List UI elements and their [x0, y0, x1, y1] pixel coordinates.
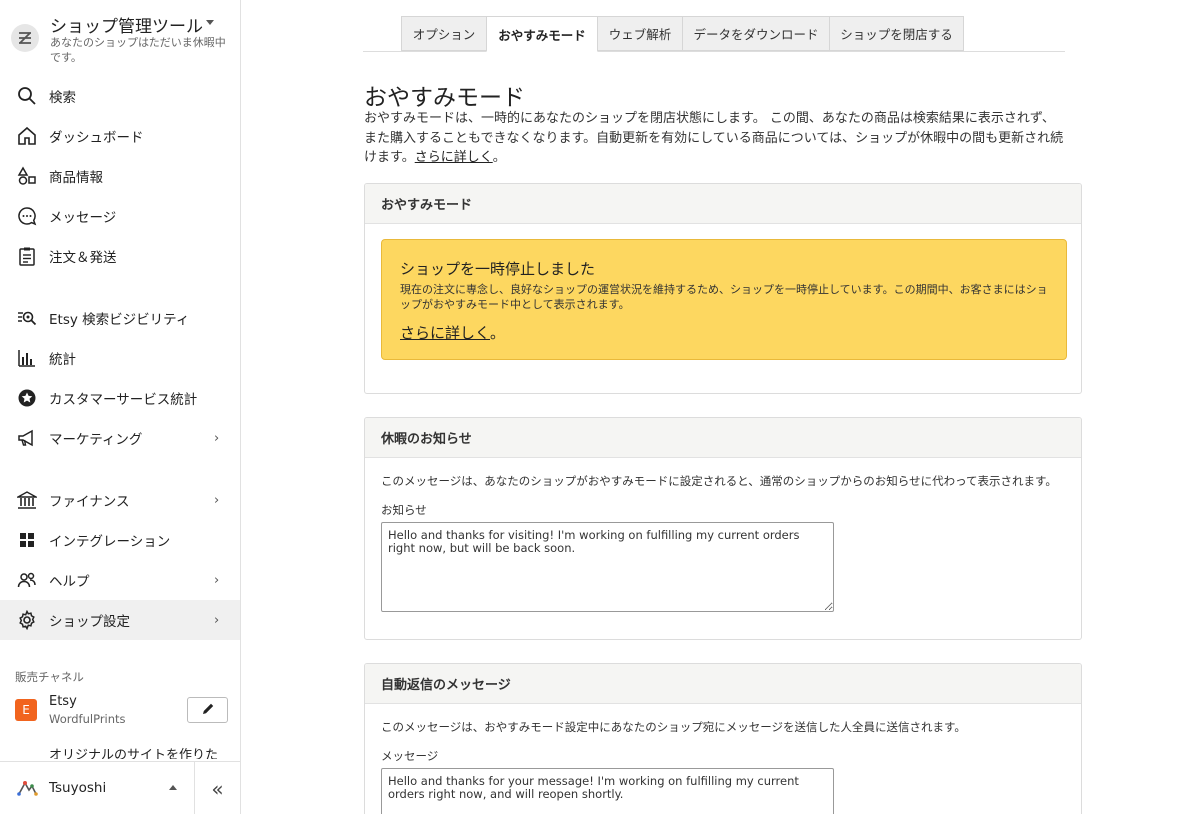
nav-label-help: ヘルプ — [49, 574, 90, 590]
vacation-mode-panel: おやすみモード ショップを一時停止しました 現在の注文に専念し、良好なショップの… — [364, 183, 1082, 394]
settings-tabs: オプション おやすみモード ウェブ解析 データをダウンロード ショップを閉店する — [363, 16, 1065, 52]
vacation-status-text: あなたのショップはただいま休暇中です。 — [50, 36, 226, 64]
search-visibility-icon — [16, 307, 38, 329]
chevron-right-icon: › — [214, 572, 220, 588]
channel-name[interactable]: Etsy — [49, 694, 77, 709]
nav-label-marketing: マーケティング — [49, 432, 143, 448]
tab-close-shop[interactable]: ショップを閉店する — [829, 16, 964, 51]
collapse-sidebar-button[interactable]: « — [194, 762, 240, 814]
auto-reply-panel-header: 自動返信のメッセージ — [365, 664, 1081, 704]
people-icon — [16, 569, 38, 591]
nav-item-customer-service-stats[interactable]: カスタマーサービス統計 — [0, 378, 240, 418]
nav-label-customer-service-stats: カスタマーサービス統計 — [49, 392, 198, 408]
nav-item-search-visibility[interactable]: Etsy 検索ビジビリティ — [0, 298, 240, 338]
sales-channels-label: 販売チャネル — [15, 670, 84, 684]
page-description: おやすみモードは、一時的にあなたのショップを閉店状態にします。 この間、あなたの… — [364, 109, 1064, 168]
nav-item-integrations[interactable]: インテグレーション — [0, 520, 240, 560]
grid-icon — [16, 529, 38, 551]
nav-label-finances: ファイナンス — [49, 494, 130, 510]
tab-download-data[interactable]: データをダウンロード — [682, 16, 830, 51]
nav-item-marketing[interactable]: マーケティング › — [0, 418, 240, 458]
nav-label-orders: 注文＆発送 — [49, 250, 117, 266]
user-name[interactable]: Tsuyoshi — [49, 780, 106, 796]
alert-learn-more: さらに詳しく。 — [400, 322, 505, 343]
star-badge-icon — [16, 387, 38, 409]
nav-item-listings[interactable]: 商品情報 — [0, 156, 240, 196]
search-icon — [16, 85, 38, 107]
auto-reply-textarea[interactable]: Hello and thanks for your message! I'm w… — [381, 768, 834, 814]
vacation-notice-panel: 休暇のお知らせ このメッセージは、あなたのショップがおやすみモードに設定されると… — [364, 417, 1082, 640]
nav-item-messages[interactable]: メッセージ — [0, 196, 240, 236]
auto-reply-panel: 自動返信のメッセージ このメッセージは、おやすみモード設定中にあなたのショップ宛… — [364, 663, 1082, 814]
nav-label-integrations: インテグレーション — [49, 534, 171, 550]
user-menu-caret-icon[interactable] — [169, 785, 177, 790]
alert-learn-more-link[interactable]: さらに詳しく — [400, 324, 490, 342]
nav-label-search-visibility: Etsy 検索ビジビリティ — [49, 312, 190, 328]
pencil-icon — [201, 701, 215, 720]
learn-more-link[interactable]: さらに詳しく — [415, 150, 493, 165]
vacation-notice-panel-header: 休暇のお知らせ — [365, 418, 1081, 458]
vacation-mode-panel-header: おやすみモード — [365, 184, 1081, 224]
shop-manager-logo-icon — [11, 24, 39, 52]
nav-item-finances[interactable]: ファイナンス › — [0, 480, 240, 520]
nav-label-stats: 統計 — [49, 352, 76, 368]
page-title: おやすみモード — [364, 85, 525, 111]
sidebar: ショップ管理ツール あなたのショップはただいま休暇中です。 検索 ダッシュボード… — [0, 0, 241, 814]
nav-label-messages: メッセージ — [49, 210, 117, 226]
auto-reply-description: このメッセージは、おやすみモード設定中にあなたのショップ宛にメッセージを送信した… — [381, 720, 966, 734]
title-dropdown-icon[interactable] — [206, 20, 214, 25]
nav-label-search: 検索 — [49, 90, 76, 106]
tab-options[interactable]: オプション — [401, 16, 487, 51]
create-site-promo[interactable]: オリジナルのサイトを作りた — [49, 744, 229, 759]
etsy-logo-icon: E — [15, 699, 37, 721]
edit-channel-button[interactable] — [187, 697, 228, 723]
alert-title: ショップを一時停止しました — [400, 260, 596, 278]
gear-icon — [16, 609, 38, 631]
shop-manager-title[interactable]: ショップ管理ツール — [50, 12, 203, 37]
announcement-field-label: お知らせ — [381, 503, 427, 517]
user-avatar-icon[interactable] — [16, 779, 38, 799]
announcement-textarea[interactable]: Hello and thanks for visiting! I'm worki… — [381, 522, 834, 612]
nav-item-help[interactable]: ヘルプ › — [0, 560, 240, 600]
home-icon — [16, 125, 38, 147]
nav-item-orders[interactable]: 注文＆発送 — [0, 236, 240, 276]
tab-web-analytics[interactable]: ウェブ解析 — [597, 16, 683, 51]
megaphone-icon — [16, 427, 38, 449]
shapes-icon — [16, 165, 38, 187]
tab-vacation-mode[interactable]: おやすみモード — [486, 16, 598, 52]
chevron-right-icon: › — [214, 492, 220, 508]
message-icon — [16, 205, 38, 227]
alert-period: 。 — [490, 324, 506, 342]
chevron-right-icon: › — [214, 430, 220, 446]
alert-body: 現在の注文に専念し、良好なショップの運営状況を維持するため、ショップを一時停止し… — [400, 283, 1048, 311]
auto-reply-field-label: メッセージ — [381, 749, 439, 763]
double-chevron-left-icon: « — [211, 776, 224, 801]
shop-paused-alert: ショップを一時停止しました 現在の注文に専念し、良好なショップの運営状況を維持す… — [381, 239, 1067, 360]
channel-shop-name: WordfulPrints — [49, 712, 126, 726]
description-period: 。 — [492, 150, 506, 165]
bar-chart-icon — [16, 347, 38, 369]
nav-item-shop-settings[interactable]: ショップ設定 › — [0, 600, 240, 640]
user-bar: Tsuyoshi « — [0, 761, 240, 814]
bank-icon — [16, 489, 38, 511]
nav-item-search[interactable]: 検索 — [0, 76, 240, 116]
nav-item-dashboard[interactable]: ダッシュボード — [0, 116, 240, 156]
shop-manager-header[interactable]: ショップ管理ツール あなたのショップはただいま休暇中です。 — [0, 0, 240, 72]
nav-item-stats[interactable]: 統計 — [0, 338, 240, 378]
nav-label-listings: 商品情報 — [49, 170, 103, 186]
vacation-notice-description: このメッセージは、あなたのショップがおやすみモードに設定されると、通常のショップ… — [381, 474, 1057, 488]
chevron-right-icon: › — [214, 612, 220, 628]
clipboard-icon — [16, 245, 38, 267]
nav-label-shop-settings: ショップ設定 — [49, 614, 130, 630]
nav-label-dashboard: ダッシュボード — [49, 130, 144, 146]
